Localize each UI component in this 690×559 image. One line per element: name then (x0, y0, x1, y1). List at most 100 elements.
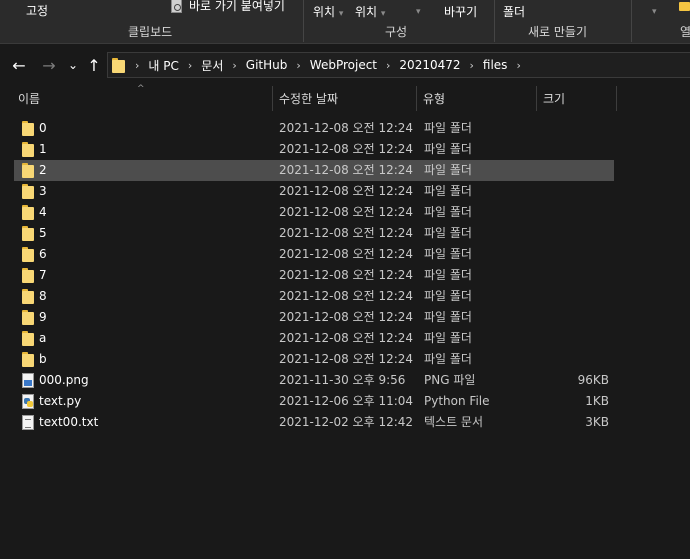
folder-icon (22, 142, 34, 157)
file-row[interactable]: 6 2021-12-08 오전 12:24 파일 폴더 (14, 244, 614, 265)
chevron-down-icon: ▾ (338, 9, 344, 19)
open-folder-icon (679, 2, 690, 11)
file-size: 96KB (577, 373, 609, 387)
chevron-down-icon: ▾ (380, 9, 386, 19)
file-row[interactable]: 7 2021-12-08 오전 12:24 파일 폴더 (14, 265, 614, 286)
file-type: 파일 폴더 (424, 226, 472, 240)
file-row[interactable]: a 2021-12-08 오전 12:24 파일 폴더 (14, 328, 614, 349)
file-type: 파일 폴더 (424, 163, 472, 177)
move-to-button[interactable]: 위치 ▾ (313, 5, 343, 21)
file-type: 파일 폴더 (424, 205, 472, 219)
file-row[interactable]: 0 2021-12-08 오전 12:24 파일 폴더 (14, 118, 614, 139)
up-arrow-icon[interactable]: ↑ (85, 54, 103, 76)
chevron-right-icon[interactable]: › (516, 59, 520, 72)
recent-locations-chevron-icon[interactable]: ⌄ (66, 54, 80, 76)
file-row[interactable]: 1 2021-12-08 오전 12:24 파일 폴더 (14, 139, 614, 160)
png-file-icon (22, 373, 34, 388)
file-type: 파일 폴더 (424, 142, 472, 156)
column-header-type[interactable]: 유형 (417, 86, 537, 111)
forward-arrow-icon[interactable]: → (40, 54, 58, 76)
breadcrumb-this-pc[interactable]: 내 PC (148, 57, 178, 74)
folder-icon (22, 163, 34, 178)
breadcrumb-documents[interactable]: 문서 (201, 57, 223, 74)
breadcrumb-files[interactable]: files (483, 58, 508, 72)
address-bar[interactable]: › 내 PC › 문서 › GitHub › WebProject › 2021… (107, 52, 690, 78)
file-name: 2 (39, 163, 47, 177)
group-organize: 구성 (385, 25, 408, 39)
chevron-right-icon[interactable]: › (135, 59, 139, 72)
file-name: 8 (39, 289, 47, 303)
file-date: 2021-12-08 오전 12:24 (279, 121, 414, 135)
file-name: 5 (39, 226, 47, 240)
paste-shortcut-icon (171, 0, 182, 13)
file-date: 2021-12-08 오전 12:24 (279, 142, 414, 156)
file-name: text00.txt (39, 415, 99, 429)
file-date: 2021-12-08 오전 12:24 (279, 331, 414, 345)
folder-icon (22, 268, 34, 283)
file-size: 1KB (585, 394, 609, 408)
file-row[interactable]: 8 2021-12-08 오전 12:24 파일 폴더 (14, 286, 614, 307)
chevron-right-icon[interactable]: › (296, 59, 300, 72)
file-type: 파일 폴더 (424, 121, 472, 135)
column-header-date[interactable]: 수정한 날짜 (273, 86, 417, 111)
file-type: Python File (424, 394, 490, 408)
file-type: 파일 폴더 (424, 289, 472, 303)
file-name: 4 (39, 205, 47, 219)
breadcrumb-20210472[interactable]: 20210472 (399, 58, 460, 72)
folder-icon (22, 226, 34, 241)
file-type: 파일 폴더 (424, 310, 472, 324)
back-arrow-icon[interactable]: ← (10, 54, 28, 76)
copy-to-button[interactable]: 위치 ▾ (355, 5, 385, 21)
paste-shortcut-button[interactable]: 바로 가기 붙여넣기 (189, 0, 285, 13)
folder-icon (22, 121, 34, 136)
file-date: 2021-12-08 오전 12:24 (279, 247, 414, 261)
folder-icon (22, 184, 34, 199)
ribbon-separator (303, 0, 304, 42)
folder-icon (22, 310, 34, 325)
file-date: 2021-12-08 오전 12:24 (279, 163, 414, 177)
file-row[interactable]: 4 2021-12-08 오전 12:24 파일 폴더 (14, 202, 614, 223)
file-row[interactable]: text00.txt 2021-12-02 오후 12:42 텍스트 문서 3KB (14, 412, 614, 433)
file-row[interactable]: 5 2021-12-08 오전 12:24 파일 폴더 (14, 223, 614, 244)
file-name: 3 (39, 184, 47, 198)
new-folder-button[interactable]: 폴더 (503, 5, 525, 19)
ribbon-separator (631, 0, 632, 42)
file-row[interactable]: text.py 2021-12-06 오후 11:04 Python File 1KB (14, 391, 614, 412)
rename-button[interactable]: 바꾸기 (444, 5, 477, 19)
file-row[interactable]: 2 2021-12-08 오전 12:24 파일 폴더 (14, 160, 614, 181)
file-size: 3KB (585, 415, 609, 429)
folder-icon (22, 289, 34, 304)
file-name: 1 (39, 142, 47, 156)
file-type: 파일 폴더 (424, 331, 472, 345)
file-row[interactable]: 000.png 2021-11-30 오후 9:56 PNG 파일 96KB (14, 370, 614, 391)
pin-to-quick-access-button[interactable]: 고정 (26, 4, 48, 18)
folder-icon (22, 247, 34, 262)
file-name: a (39, 331, 47, 345)
chevron-right-icon[interactable]: › (470, 59, 474, 72)
breadcrumb-webproject[interactable]: WebProject (310, 58, 377, 72)
chevron-right-icon[interactable]: › (188, 59, 192, 72)
file-row[interactable]: b 2021-12-08 오전 12:24 파일 폴더 (14, 349, 614, 370)
folder-icon (22, 352, 34, 367)
chevron-right-icon[interactable]: › (232, 59, 236, 72)
column-header-size[interactable]: 크기 (537, 86, 617, 111)
file-row[interactable]: 9 2021-12-08 오전 12:24 파일 폴더 (14, 307, 614, 328)
file-type: 텍스트 문서 (424, 415, 484, 429)
file-type: 파일 폴더 (424, 184, 472, 198)
file-type: 파일 폴더 (424, 247, 472, 261)
delete-dropdown-chevron-icon[interactable]: ▾ (416, 3, 421, 19)
file-date: 2021-12-08 오전 12:24 (279, 184, 414, 198)
folder-icon (112, 57, 125, 73)
ribbon: 고정 바로 가기 붙여넣기 위치 ▾ 위치 ▾ ▾ 바꾸기 폴더 ▾ 클립보드 … (0, 0, 690, 44)
copy-to-label: 위치 (355, 5, 378, 19)
file-name: 000.png (39, 373, 89, 387)
properties-dropdown-chevron-icon[interactable]: ▾ (652, 3, 657, 19)
group-new: 새로 만들기 (528, 25, 588, 39)
file-row[interactable]: 3 2021-12-08 오전 12:24 파일 폴더 (14, 181, 614, 202)
column-header-name[interactable]: 이름 (12, 86, 273, 111)
file-type: 파일 폴더 (424, 268, 472, 282)
breadcrumb-github[interactable]: GitHub (246, 58, 288, 72)
chevron-right-icon[interactable]: › (386, 59, 390, 72)
folder-icon (22, 205, 34, 220)
move-to-label: 위치 (313, 5, 336, 19)
